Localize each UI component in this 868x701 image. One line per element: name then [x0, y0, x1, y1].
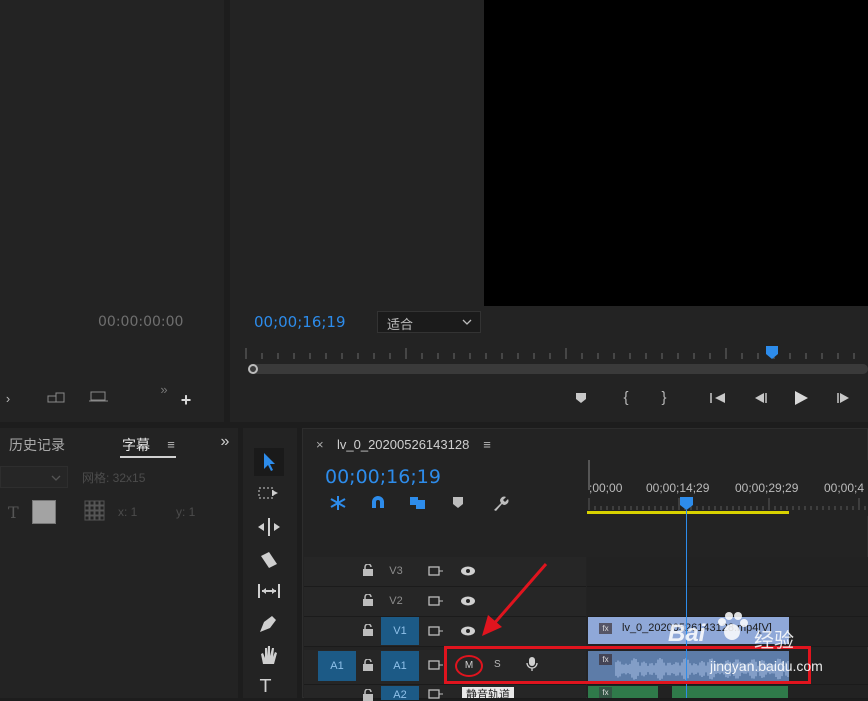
program-video-frame: [484, 0, 868, 306]
sync-lock-icon[interactable]: [428, 595, 444, 607]
source-patch-a1[interactable]: A1: [318, 651, 356, 681]
chevron-down-icon: [462, 319, 472, 325]
lock-icon[interactable]: [362, 659, 374, 671]
lock-icon[interactable]: [362, 594, 374, 606]
snap-icon[interactable]: [368, 494, 388, 512]
ruler-label: 00;00;14;29: [646, 481, 710, 495]
track-header-spacer: [304, 516, 586, 556]
eye-icon[interactable]: [460, 566, 476, 576]
close-sequence-icon[interactable]: ×: [316, 437, 324, 452]
playhead-handle-icon[interactable]: [680, 497, 693, 511]
eye-icon[interactable]: [460, 596, 476, 606]
paw-icon: [718, 612, 748, 640]
sequence-timecode[interactable]: 00;00;16;19: [325, 466, 441, 488]
watermark-url: jingyan.baidu.com: [710, 658, 823, 674]
zoom-scrollbar[interactable]: [248, 364, 868, 374]
track-label-v2[interactable]: V2: [382, 595, 410, 607]
sync-lock-icon[interactable]: [428, 688, 444, 700]
insert-icon[interactable]: ›: [0, 388, 16, 408]
linked-selection-icon[interactable]: [408, 494, 428, 512]
sync-lock-icon[interactable]: [428, 565, 444, 577]
watermark-brand-cn: 经验: [754, 630, 794, 652]
grid-label: 网格: 32x15: [82, 471, 146, 485]
tab-captions[interactable]: 字幕: [122, 435, 150, 455]
ruler-label: 00;00;29;29: [735, 481, 799, 495]
add-marker-icon[interactable]: [573, 390, 589, 406]
ripple-edit-tool-icon[interactable]: [256, 516, 282, 538]
source-monitor: [0, 0, 224, 422]
fx-badge: fx: [599, 687, 612, 698]
x-label: x: 1: [118, 505, 138, 519]
audio-clip-a2[interactable]: fx: [588, 686, 658, 698]
mark-out-icon[interactable]: }: [656, 388, 672, 406]
watermark-brand: Bai: [668, 620, 706, 647]
sync-lock-icon[interactable]: [428, 659, 444, 671]
ruler-label: ;00;00: [589, 481, 623, 495]
add-marker-icon[interactable]: [452, 496, 468, 512]
slip-tool-icon[interactable]: [256, 580, 282, 602]
tab-underline: [120, 456, 176, 458]
playhead-marker-icon[interactable]: [766, 346, 778, 360]
work-area-bar[interactable]: [587, 511, 789, 514]
hand-tool-icon[interactable]: [256, 644, 282, 666]
mute-tooltip: 静音轨道: [462, 687, 514, 698]
step-back-icon[interactable]: [750, 390, 770, 406]
lane-v3: [587, 557, 868, 587]
track-label-a1[interactable]: A1: [381, 651, 419, 681]
pen-tool-icon[interactable]: [256, 612, 282, 634]
source-timecode: 00:00:00:00: [98, 314, 184, 330]
nest-icon[interactable]: [328, 494, 348, 512]
tab-history[interactable]: 历史记录: [9, 435, 65, 455]
export-frame-icon[interactable]: [86, 386, 112, 406]
baidu-watermark: Bai 经验 jingyan.baidu.com: [668, 612, 828, 680]
zoom-handle[interactable]: [248, 364, 258, 374]
lock-icon[interactable]: [362, 689, 374, 701]
track-label-v3[interactable]: V3: [382, 565, 410, 577]
panel-menu-icon[interactable]: ≡: [163, 436, 179, 452]
caption-format-dropdown[interactable]: [0, 466, 68, 488]
sync-lock-icon[interactable]: [428, 625, 444, 637]
razor-tool-icon[interactable]: [256, 548, 282, 570]
red-arrow-icon: [482, 563, 548, 636]
more-chevron-icon[interactable]: »: [156, 382, 172, 397]
grid-position-icon[interactable]: [84, 500, 106, 522]
track-select-tool-icon[interactable]: [256, 484, 282, 506]
sequence-tab[interactable]: lv_0_20200526143128: [337, 437, 469, 452]
track-a2: [304, 685, 586, 699]
lock-icon[interactable]: [362, 624, 374, 636]
audio-clip-a2-b[interactable]: [672, 686, 788, 698]
text-tool-icon[interactable]: T: [8, 503, 19, 522]
fit-value: 适合: [387, 317, 414, 332]
step-forward-icon[interactable]: [834, 390, 854, 406]
expand-panels-icon[interactable]: »: [216, 433, 234, 450]
fx-badge: fx: [599, 623, 612, 634]
chevron-down-icon: [51, 475, 61, 481]
color-swatch[interactable]: [32, 500, 56, 524]
ruler-label: 00;00;4: [824, 481, 865, 495]
lock-icon[interactable]: [362, 564, 374, 576]
overwrite-icon[interactable]: [44, 388, 70, 408]
go-to-in-icon[interactable]: [708, 390, 728, 406]
y-label: y: 1: [176, 505, 196, 519]
type-tool-icon[interactable]: T: [260, 676, 271, 697]
add-button-icon[interactable]: +: [178, 390, 194, 410]
mark-in-icon[interactable]: {: [618, 388, 634, 406]
program-timecode[interactable]: 00;00;16;19: [254, 313, 346, 331]
track-label-v1[interactable]: V1: [381, 617, 419, 645]
eye-icon[interactable]: [460, 626, 476, 636]
sequence-menu-icon[interactable]: ≡: [480, 436, 494, 452]
wrench-icon[interactable]: [490, 494, 510, 512]
play-icon[interactable]: [790, 388, 812, 408]
selection-tool-icon[interactable]: [254, 448, 284, 476]
fit-dropdown[interactable]: 适合: [377, 311, 481, 333]
